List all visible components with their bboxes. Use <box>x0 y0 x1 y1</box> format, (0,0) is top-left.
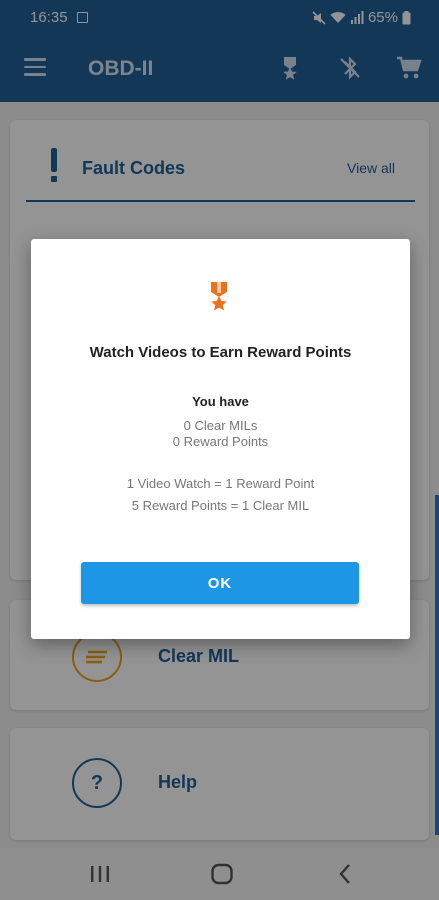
ok-button[interactable]: OK <box>81 562 359 604</box>
you-have-label: You have <box>192 394 249 409</box>
dialog-title: Watch Videos to Earn Reward Points <box>89 344 352 361</box>
reward-points-dialog: Watch Videos to Earn Reward Points You h… <box>31 239 410 639</box>
reward-points-count: 0 Reward Points <box>172 434 269 449</box>
points-rule-text: 5 Reward Points = 1 Clear MIL <box>131 498 310 513</box>
clear-mils-count: 0 Clear MILs <box>183 418 258 433</box>
medal-icon <box>211 282 227 311</box>
video-rule-text: 1 Video Watch = 1 Reward Point <box>126 476 315 491</box>
